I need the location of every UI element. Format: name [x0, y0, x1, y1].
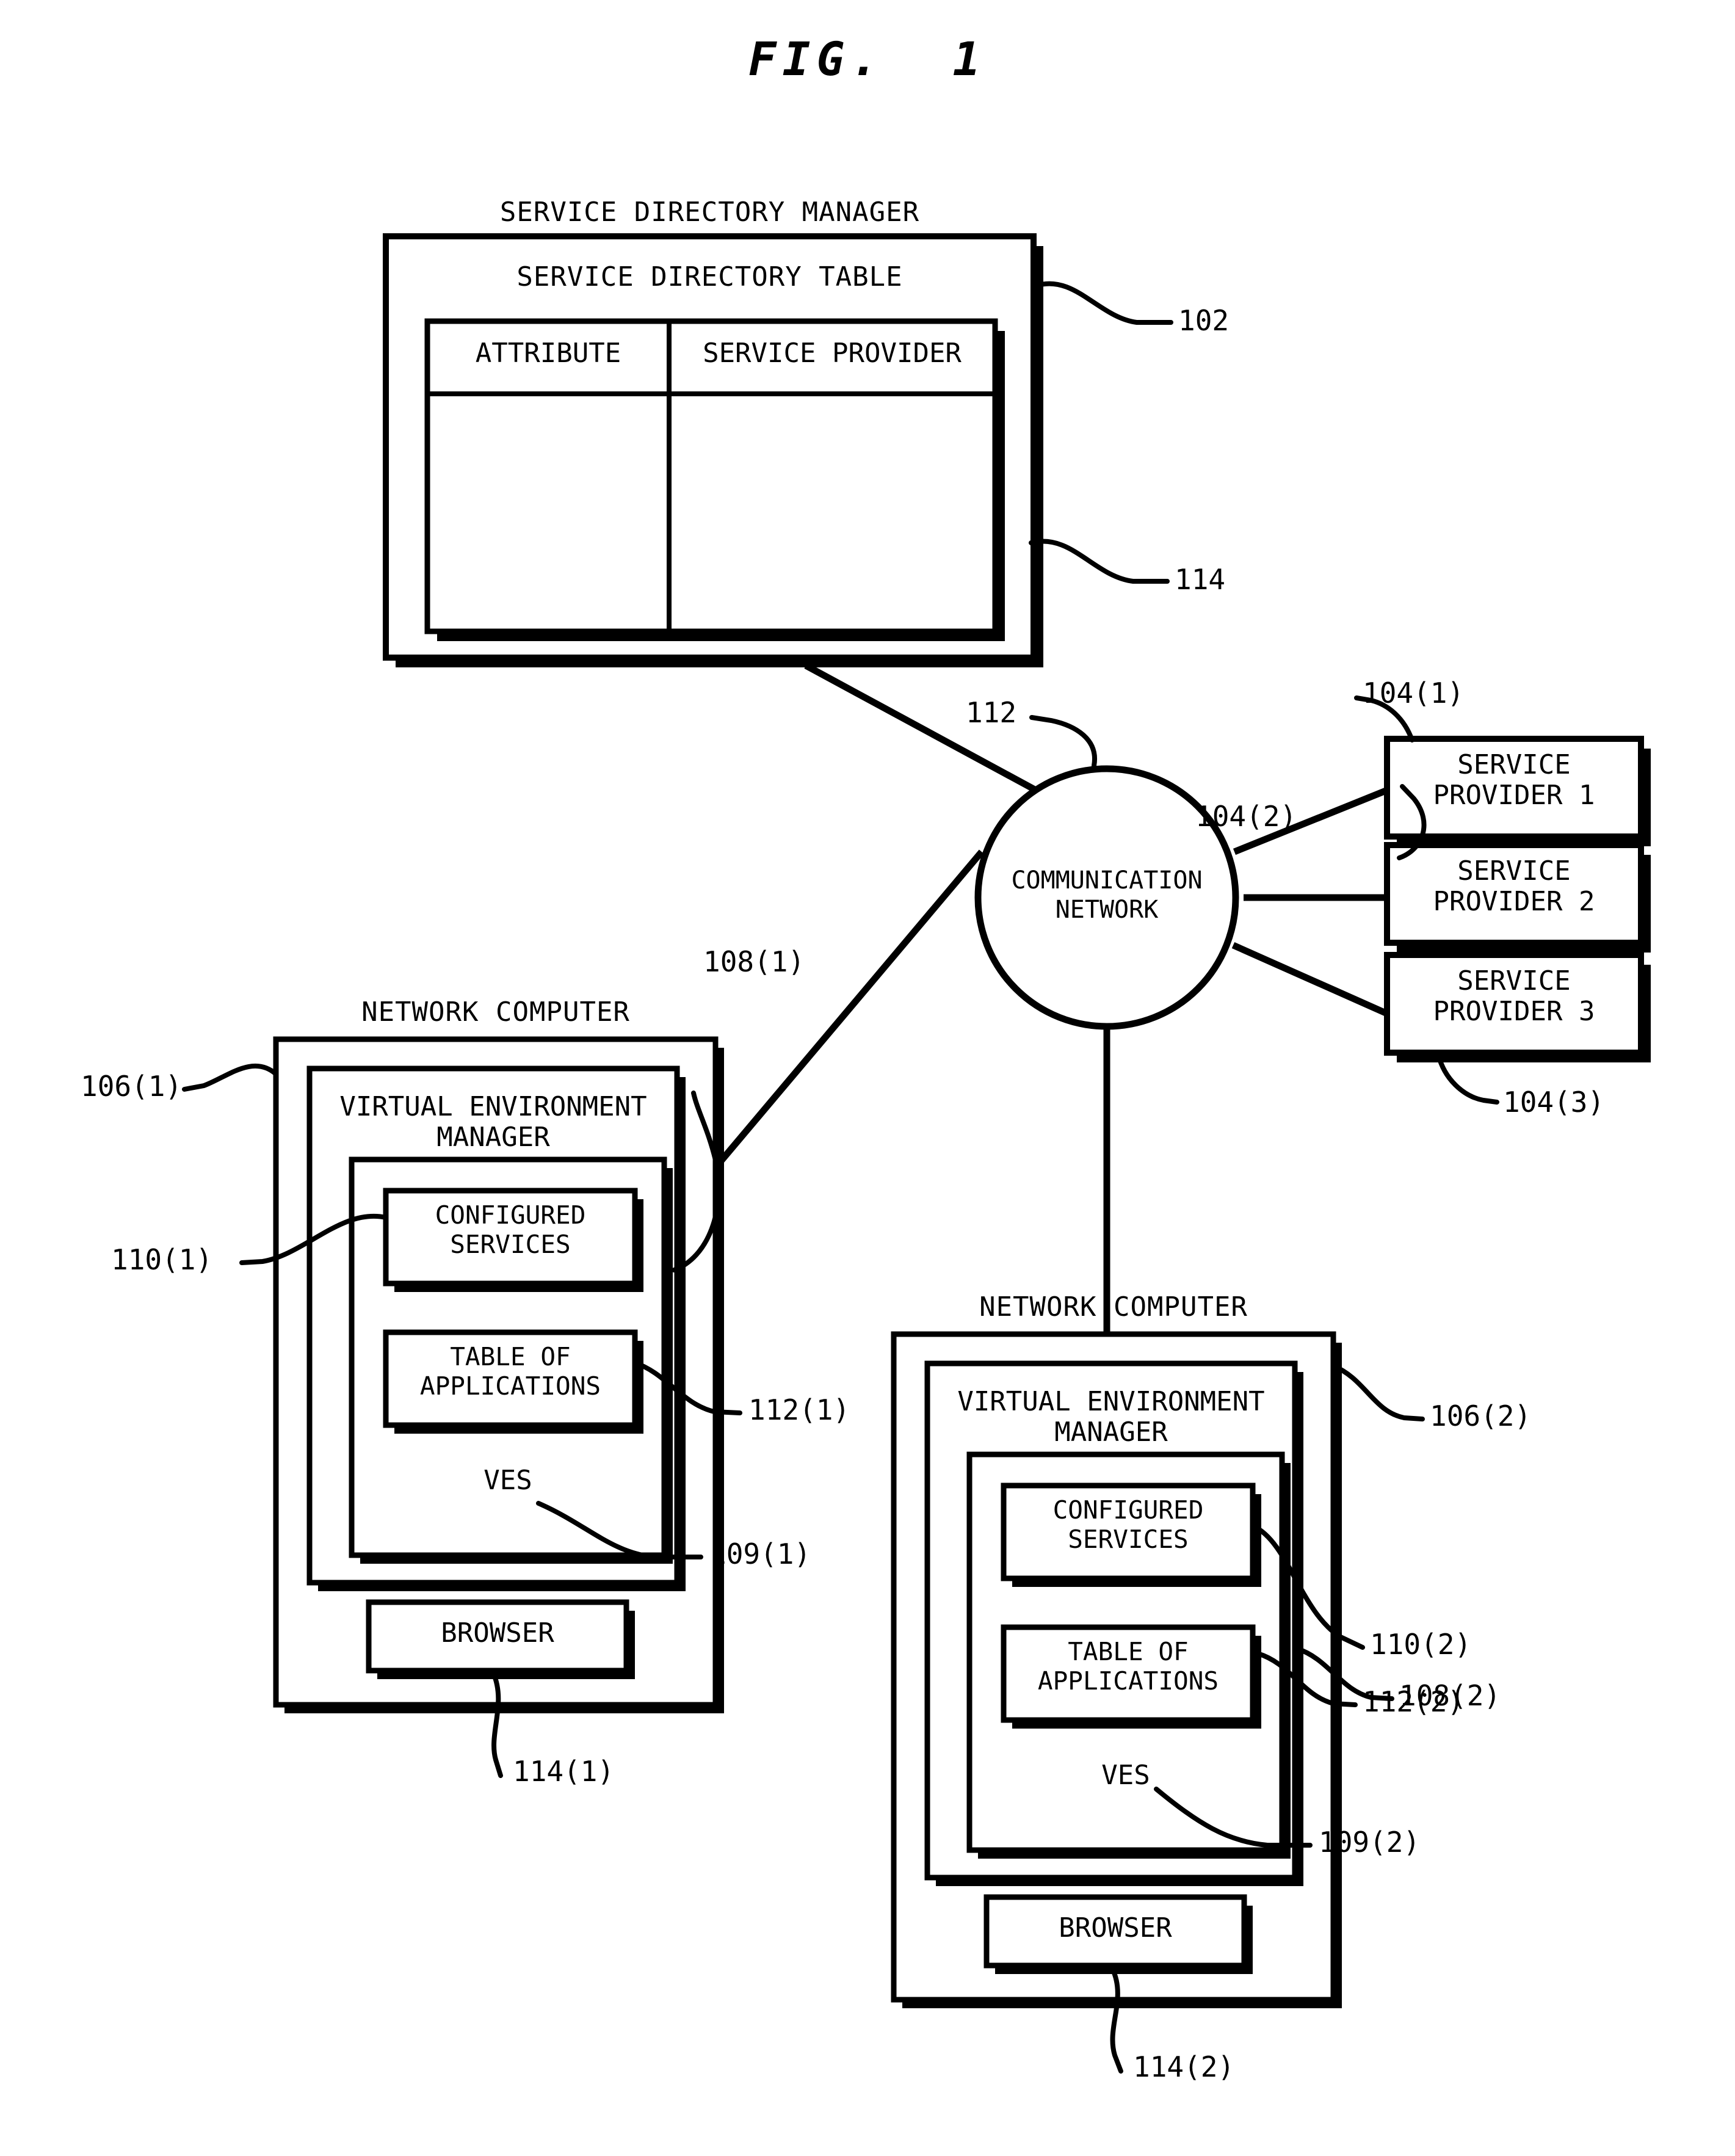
service-directory-table-header-attribute: ATTRIBUTE	[475, 338, 621, 369]
patent-figure-page: FIG. 1 SERVICE DIRECTORY MANAGER SERVICE…	[0, 0, 1735, 2156]
service-provider-2-label-line1: SERVICE	[1457, 855, 1571, 887]
ref-104-3: 104(3)	[1503, 1086, 1605, 1119]
service-directory-manager-shape	[383, 233, 1043, 667]
nc1-vem-label-line2: MANAGER	[436, 1122, 550, 1153]
nc2-table-of-applications-label-line1: TABLE OF	[1068, 1637, 1189, 1666]
network-computer-1-caption: NETWORK COMPUTER	[361, 996, 630, 1028]
nc2-configured-services-label-line1: CONFIGURED	[1052, 1495, 1204, 1525]
ref-104-1: 104(1)	[1363, 677, 1465, 710]
nc1-vem-label-line1: VIRTUAL ENVIRONMENT	[339, 1091, 647, 1122]
link-network-to-sp3	[1231, 942, 1389, 1017]
nc1-browser-label: BROWSER	[441, 1617, 554, 1649]
ref-102: 102	[1178, 304, 1230, 337]
nc1-configured-services-label-line2: SERVICES	[450, 1230, 571, 1259]
nc2-vem-label-line1: VIRTUAL ENVIRONMENT	[957, 1386, 1265, 1417]
ref-106-1: 106(1)	[81, 1070, 183, 1103]
ref-114: 114	[1175, 563, 1226, 596]
link-network-to-nc1	[716, 849, 985, 1166]
nc1-configured-services-label-line1: CONFIGURED	[435, 1200, 586, 1230]
ref-109-2: 109(2)	[1319, 1826, 1421, 1859]
communication-network-label-line1: COMMUNICATION	[1011, 866, 1203, 895]
ref-109-1: 109(1)	[709, 1537, 811, 1570]
service-provider-3-label-line1: SERVICE	[1457, 965, 1571, 996]
service-directory-table-title: SERVICE DIRECTORY TABLE	[516, 261, 903, 292]
ref-112: 112	[966, 696, 1017, 729]
nc2-table-of-applications-label-line2: APPLICATIONS	[1037, 1666, 1219, 1696]
leader-106-2	[1331, 1363, 1425, 1421]
ref-114-2: 114(2)	[1133, 2050, 1235, 2083]
service-provider-3-label-line2: PROVIDER 3	[1433, 996, 1595, 1027]
ref-112-2: 112(2)	[1363, 1685, 1465, 1718]
service-directory-table-header-service-provider: SERVICE PROVIDER	[703, 338, 962, 369]
nc2-browser-label: BROWSER	[1059, 1912, 1172, 1944]
diagram-line-layer	[182, 233, 1651, 2074]
service-provider-1-label-line1: SERVICE	[1457, 749, 1571, 780]
nc2-configured-services-label-line2: SERVICES	[1068, 1525, 1189, 1554]
nc1-table-of-applications-label-line1: TABLE OF	[450, 1342, 571, 1371]
ref-112-1: 112(1)	[748, 1393, 850, 1426]
network-computer-2-caption: NETWORK COMPUTER	[979, 1291, 1248, 1323]
nc1-table-of-applications-label-line2: APPLICATIONS	[419, 1371, 601, 1401]
ref-106-2: 106(2)	[1430, 1399, 1532, 1432]
nc1-ves-label: VES	[484, 1465, 532, 1496]
ref-110-2: 110(2)	[1370, 1628, 1472, 1661]
ref-110-1: 110(1)	[111, 1243, 213, 1276]
communication-network-label-line2: NETWORK	[1055, 896, 1159, 924]
leader-102	[1034, 281, 1173, 325]
nc2-vem-label-line2: MANAGER	[1054, 1417, 1168, 1448]
service-provider-2-label-line2: PROVIDER 2	[1433, 886, 1595, 917]
ref-108-1: 108(1)	[703, 945, 805, 978]
leader-114	[1029, 539, 1170, 584]
ref-114-1: 114(1)	[513, 1755, 615, 1788]
leader-106-1	[182, 1063, 278, 1092]
service-provider-1-label-line2: PROVIDER 1	[1433, 780, 1595, 811]
ref-104-2: 104(2)	[1195, 800, 1297, 833]
service-directory-manager-caption: SERVICE DIRECTORY MANAGER	[499, 197, 920, 228]
leader-112	[1029, 715, 1098, 768]
nc2-ves-label: VES	[1101, 1760, 1150, 1791]
